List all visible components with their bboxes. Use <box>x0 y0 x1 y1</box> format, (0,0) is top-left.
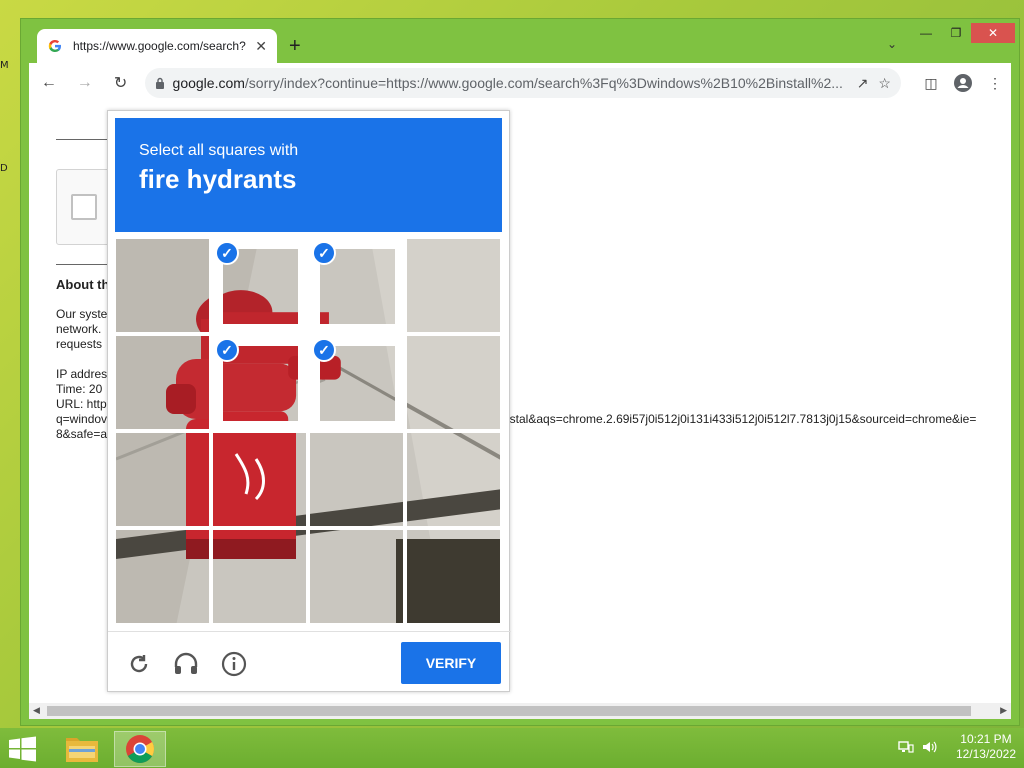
desktop-icon-label-1[interactable]: M <box>0 60 10 71</box>
captcha-tile[interactable]: ✓ <box>212 335 307 430</box>
window-controls: — ❐ ✕ <box>911 23 1015 43</box>
paragraph-line: requests <box>56 337 103 351</box>
address-bar[interactable]: google.com/sorry/index?continue=https://… <box>144 68 901 98</box>
google-favicon-icon <box>47 38 63 54</box>
captcha-tile[interactable] <box>309 432 404 527</box>
minimize-button[interactable]: — <box>911 23 941 43</box>
clock-time: 10:21 PM <box>960 732 1012 746</box>
captcha-tile[interactable] <box>115 432 210 527</box>
bookmark-star-icon[interactable]: ☆ <box>878 75 891 92</box>
url-line-continued: 8&safe=a <box>56 427 108 441</box>
captcha-tile[interactable] <box>406 335 501 430</box>
reload-button[interactable]: ↻ <box>105 67 137 99</box>
captcha-challenge: Select all squares with fire hydrants ✓ … <box>107 110 511 693</box>
captcha-tile[interactable]: ✓ <box>309 238 404 333</box>
more-menu-icon[interactable]: ⋮ <box>979 67 1011 99</box>
audio-challenge-icon[interactable] <box>172 650 200 678</box>
share-icon[interactable]: ↗ <box>857 75 869 92</box>
captcha-tile[interactable] <box>212 432 307 527</box>
maximize-button[interactable]: ❐ <box>941 23 971 43</box>
taskbar: 10:21 PM 12/13/2022 <box>0 728 1024 768</box>
toolbar: ← → ↻ google.com/sorry/index?continue=ht… <box>29 63 1011 103</box>
profile-avatar-icon[interactable] <box>947 67 979 99</box>
captcha-tile[interactable] <box>406 238 501 333</box>
system-tray: 10:21 PM 12/13/2022 <box>892 732 1016 762</box>
scroll-right-icon[interactable]: ▶ <box>1000 705 1007 716</box>
browser-tab[interactable]: https://www.google.com/search? ✕ <box>37 29 277 63</box>
captcha-tile[interactable]: ✓ <box>212 238 307 333</box>
captcha-tile[interactable] <box>115 529 210 624</box>
volume-icon[interactable] <box>920 737 940 757</box>
new-tab-button[interactable]: + <box>289 35 301 58</box>
captcha-target: fire hydrants <box>139 164 297 194</box>
file-explorer-icon[interactable] <box>56 731 108 767</box>
captcha-tile[interactable] <box>406 529 501 624</box>
tile-selected-check-icon: ✓ <box>312 241 336 265</box>
chevron-down-icon[interactable]: ⌄ <box>887 37 897 51</box>
scrollbar-thumb[interactable] <box>47 706 971 716</box>
clock[interactable]: 10:21 PM 12/13/2022 <box>956 732 1016 762</box>
lock-icon[interactable] <box>155 77 165 89</box>
time-line: Time: 20 <box>56 382 103 396</box>
tile-selected-check-icon: ✓ <box>215 338 239 362</box>
paragraph-line: Our syste <box>56 307 108 321</box>
verify-button[interactable]: VERIFY <box>401 642 501 684</box>
url-line: URL: http <box>56 397 107 411</box>
url-line-continued: q=windov <box>56 412 108 426</box>
close-window-button[interactable]: ✕ <box>971 23 1015 43</box>
url-domain: google.com <box>172 75 245 91</box>
recaptcha-checkbox[interactable] <box>71 194 97 220</box>
captcha-tile[interactable] <box>309 529 404 624</box>
tab-title: https://www.google.com/search? <box>73 39 246 53</box>
captcha-header: Select all squares with fire hydrants <box>115 118 502 232</box>
info-icon[interactable] <box>220 650 248 678</box>
captcha-image-grid: ✓ ✓ ✓ ✓ <box>115 238 502 625</box>
url-path: /sorry/index?continue=https://www.google… <box>244 75 843 91</box>
side-panel-icon[interactable]: ◫ <box>915 67 947 99</box>
network-icon[interactable] <box>896 737 916 757</box>
horizontal-scrollbar[interactable]: ◀ ▶ <box>29 703 1011 719</box>
ip-address-line: IP addres <box>56 367 108 381</box>
url-text: google.com/sorry/index?continue=https://… <box>173 75 847 91</box>
desktop-icon-label-2[interactable]: D <box>0 163 10 174</box>
captcha-instruction: Select all squares with <box>139 142 299 159</box>
windows-start-icon[interactable] <box>8 736 38 762</box>
scroll-left-icon[interactable]: ◀ <box>33 705 40 716</box>
captcha-tile[interactable] <box>115 335 210 430</box>
forward-button[interactable]: → <box>69 67 101 99</box>
close-tab-icon[interactable]: ✕ <box>255 38 267 55</box>
clock-date: 12/13/2022 <box>955 747 1016 761</box>
captcha-tile[interactable] <box>406 432 501 527</box>
captcha-footer: VERIFY <box>108 631 511 693</box>
reload-challenge-icon[interactable] <box>125 650 153 678</box>
toolbar-right: ◫ ⋮ <box>915 67 1011 99</box>
url-tail-text: nstal&aqs=chrome.2.69i57j0i512j0i131i433… <box>503 412 977 426</box>
chrome-taskbar-icon[interactable] <box>114 731 166 767</box>
back-button[interactable]: ← <box>33 67 65 99</box>
captcha-tile[interactable] <box>212 529 307 624</box>
tile-selected-check-icon: ✓ <box>312 338 336 362</box>
captcha-tile[interactable] <box>115 238 210 333</box>
tile-selected-check-icon: ✓ <box>215 241 239 265</box>
captcha-tile[interactable]: ✓ <box>309 335 404 430</box>
about-heading: About th <box>56 277 110 292</box>
paragraph-line: network. <box>56 322 102 336</box>
